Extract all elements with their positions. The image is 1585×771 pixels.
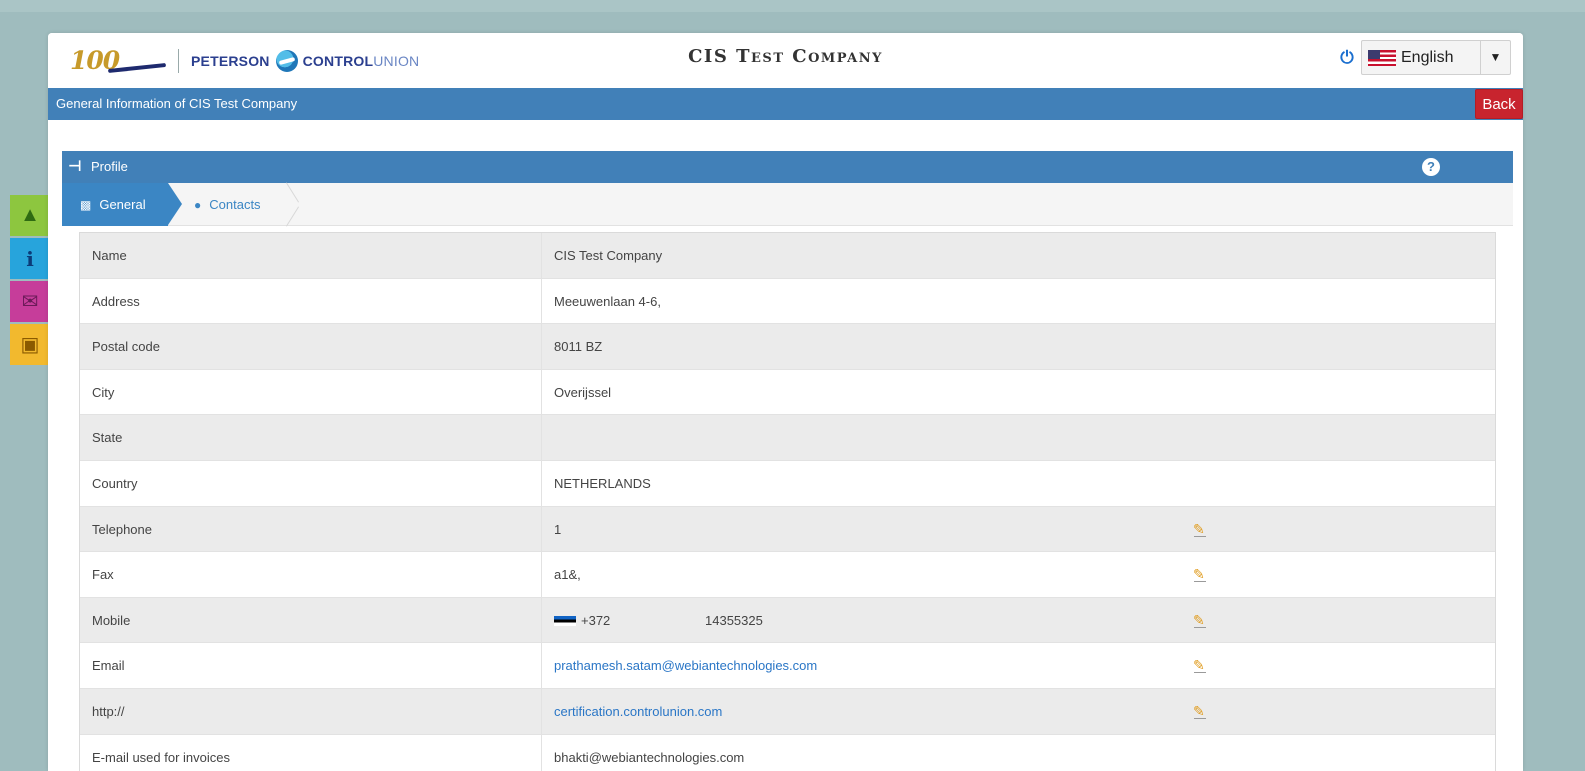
help-icon[interactable]: ? — [1422, 158, 1440, 176]
info-icon[interactable]: i — [10, 238, 50, 279]
table-row: Country NETHERLANDS — [80, 460, 1495, 507]
field-label: Name — [80, 233, 542, 278]
us-flag-icon — [1368, 49, 1396, 66]
table-row: http:// certification.controlunion.com ✎ — [80, 688, 1495, 735]
field-value: Meeuwenlaan 4-6, — [554, 293, 661, 309]
table-row: E-mail used for invoices bhakti@webiante… — [80, 734, 1495, 771]
mobile-number: 14355325 — [705, 612, 763, 628]
email-link[interactable]: prathamesh.satam@webiantechnologies.com — [554, 658, 817, 673]
tab-general[interactable]: ▩ General — [62, 183, 182, 226]
field-label: Country — [80, 460, 542, 506]
tab-divider — [280, 183, 294, 226]
field-value: NETHERLANDS — [554, 475, 651, 491]
field-value-cell: 1 ✎ — [542, 507, 1495, 552]
header: 100 PETERSON CONTROL UNION CIS Test Compa… — [48, 33, 1523, 88]
tab-bar: ▩ General ● Contacts — [62, 183, 1513, 226]
field-label: Telephone — [80, 506, 542, 552]
field-value: CIS Test Company — [554, 248, 663, 263]
profile-panel-header: ⊣ Profile ? — [62, 151, 1513, 183]
mail-icon[interactable]: ✉ — [10, 281, 50, 322]
user-icon: ● — [194, 198, 202, 212]
mobile-country-code: +372 — [581, 612, 611, 628]
profile-label: Profile — [91, 159, 128, 174]
field-value-cell: a1&, ✎ — [542, 552, 1495, 597]
table-row: State — [80, 415, 1495, 461]
table-row: Address Meeuwenlaan 4-6, — [80, 278, 1495, 325]
field-label: Fax — [80, 552, 542, 597]
field-value: 8011 BZ — [554, 339, 603, 355]
field-label: Mobile — [80, 597, 542, 643]
field-value: bhakti@webiantechnologies.com — [554, 749, 745, 765]
pencil-icon[interactable]: ✎ — [1193, 703, 1207, 719]
field-label: State — [80, 415, 542, 460]
field-label: Address — [80, 278, 542, 324]
table-row: Mobile +372 14355325 ✎ — [80, 597, 1495, 644]
tab-general-label: General — [99, 197, 146, 212]
field-label: http:// — [80, 688, 542, 734]
field-label: E-mail used for invoices — [80, 734, 542, 771]
website-link[interactable]: certification.controlunion.com — [554, 704, 722, 719]
table-row: City Overijssel — [80, 369, 1495, 416]
field-value — [542, 415, 1495, 460]
power-icon[interactable]: ⏻ — [1338, 49, 1356, 67]
table-row: Telephone 1 ✎ — [80, 506, 1495, 553]
field-value-cell: +372 14355325 ✎ — [542, 598, 1495, 643]
signpost-icon: ⊣ — [68, 158, 82, 175]
table-row: Name CIS Test Company — [80, 233, 1495, 279]
page-title: General Information of CIS Test Company — [56, 96, 298, 111]
tab-contacts[interactable]: ● Contacts — [194, 183, 261, 226]
home-icon[interactable]: ▲ — [10, 195, 50, 236]
pencil-icon[interactable]: ✎ — [1193, 566, 1207, 583]
page-title-bar: General Information of CIS Test Company … — [48, 88, 1523, 120]
field-label: City — [80, 369, 542, 415]
language-label: English — [1401, 48, 1454, 66]
table-row: Fax a1&, ✎ — [80, 552, 1495, 598]
general-info-table: Name CIS Test Company Address Meeuwenlaa… — [79, 232, 1496, 771]
field-value: Overijssel — [554, 384, 612, 400]
company-title: CIS Test Company — [688, 46, 883, 67]
book-icon: ▩ — [80, 198, 92, 212]
estonia-flag-icon — [554, 616, 576, 627]
window-top-strip — [0, 0, 1585, 12]
field-value: 1 — [554, 521, 562, 537]
pencil-icon[interactable]: ✎ — [1193, 612, 1207, 628]
table-row: Postal code 8011 BZ — [80, 324, 1495, 370]
caret-down-icon[interactable]: ▼ — [1480, 41, 1510, 74]
table-row: Email prathamesh.satam@webiantechnologie… — [80, 643, 1495, 689]
field-value: a1&, — [554, 567, 581, 583]
pencil-icon[interactable]: ✎ — [1193, 657, 1207, 674]
field-label: Email — [80, 643, 542, 688]
back-button[interactable]: Back — [1475, 89, 1523, 119]
folder-icon[interactable]: ▣ — [10, 324, 50, 365]
field-label: Postal code — [80, 324, 542, 369]
language-select[interactable]: English ▼ — [1361, 40, 1511, 75]
side-toolbar: ▲ i ✉ ▣ — [10, 195, 50, 367]
tab-contacts-label: Contacts — [209, 197, 261, 212]
field-value-cell: prathamesh.satam@webiantechnologies.com … — [542, 643, 1495, 688]
field-value-cell: certification.controlunion.com ✎ — [542, 689, 1495, 734]
main-panel: 100 PETERSON CONTROL UNION CIS Test Compa… — [48, 33, 1523, 771]
pencil-icon[interactable]: ✎ — [1193, 521, 1207, 537]
